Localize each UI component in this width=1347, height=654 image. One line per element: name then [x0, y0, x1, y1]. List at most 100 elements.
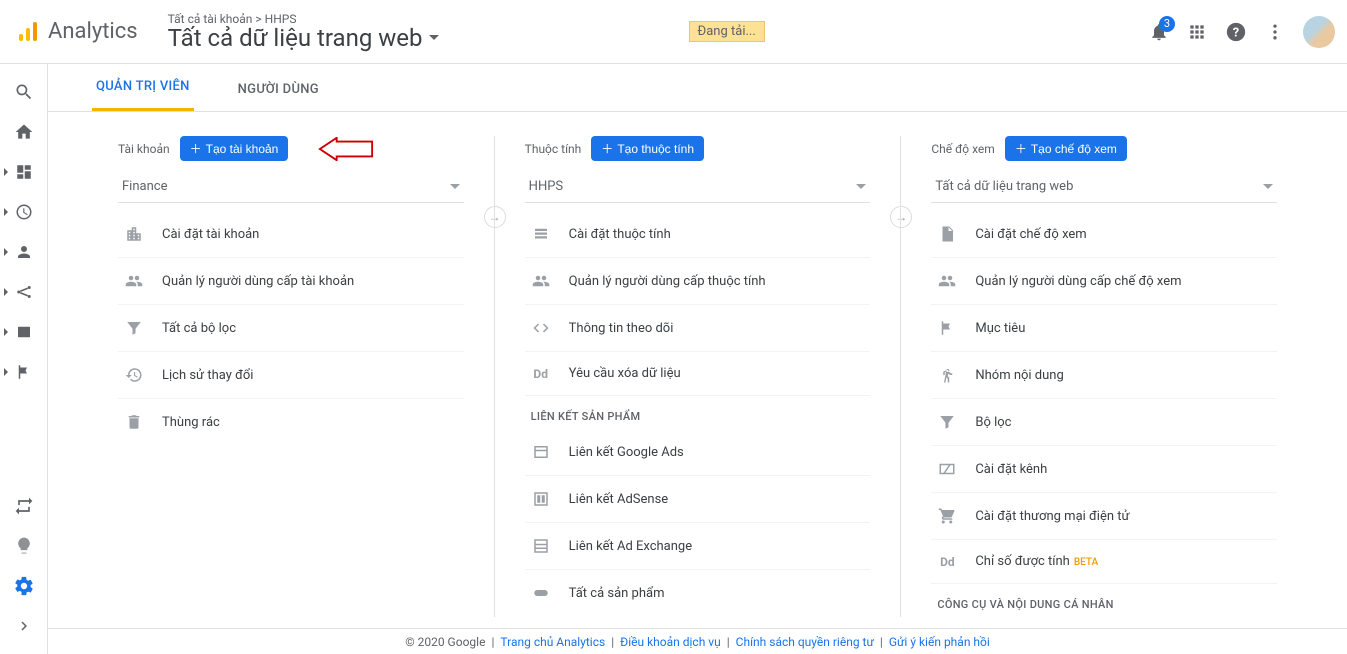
item-label: Chỉ số được tínhBETA [975, 554, 1098, 569]
caret-down-icon [1263, 184, 1273, 189]
item-label: Bộ lọc [975, 415, 1011, 430]
product-linking-header: LIÊN KẾT SẢN PHẨM [525, 396, 871, 429]
nav-acquisition[interactable] [0, 272, 48, 312]
dd-icon: Dd [531, 367, 551, 381]
ads-icon [531, 443, 551, 461]
item-label: Cài đặt kênh [975, 462, 1047, 477]
people-icon [124, 272, 144, 290]
footer-terms-link[interactable]: Điều khoản dịch vụ [620, 635, 721, 649]
view-settings-item[interactable]: Cài đặt chế độ xem [931, 211, 1277, 258]
left-nav-rail [0, 64, 48, 654]
link-google-ads-item[interactable]: Liên kết Google Ads [525, 429, 871, 476]
nav-behavior[interactable] [0, 312, 48, 352]
analytics-logo-icon [16, 20, 40, 44]
flag-icon [937, 319, 957, 337]
create-view-button[interactable]: ＋Tạo chế độ xem [1005, 136, 1127, 161]
apps-grid-icon [1187, 22, 1207, 42]
svg-text:?: ? [1233, 25, 1239, 40]
lightbulb-icon [14, 536, 34, 556]
view-filters-item[interactable]: Bộ lọc [931, 399, 1277, 446]
nav-conversions[interactable] [0, 352, 48, 392]
property-users-item[interactable]: Quản lý người dùng cấp thuộc tính [525, 258, 871, 305]
property-tracking-item[interactable]: Thông tin theo dõi [525, 305, 871, 352]
nav-audience[interactable] [0, 232, 48, 272]
tab-user[interactable]: NGƯỜI DÙNG [234, 82, 323, 111]
logo-block[interactable]: Analytics [16, 19, 138, 44]
account-selector[interactable]: Finance [118, 171, 464, 203]
view-channel-settings-item[interactable]: Cài đặt kênh [931, 446, 1277, 493]
people-icon [937, 272, 957, 290]
nav-home[interactable] [0, 112, 48, 152]
footer-privacy-link[interactable]: Chính sách quyền riêng tư [736, 635, 874, 649]
help-button[interactable]: ? [1225, 21, 1247, 43]
item-label: Mục tiêu [975, 321, 1025, 336]
account-picker[interactable]: Tất cả tài khoản > HHPS Tất cả dữ liệu t… [168, 12, 439, 52]
apps-button[interactable] [1187, 22, 1207, 42]
property-selected-label: HHPS [529, 179, 563, 194]
notification-badge: 3 [1159, 16, 1175, 32]
create-account-button[interactable]: ＋Tạo tài khoản [180, 136, 289, 161]
building-icon [124, 225, 144, 243]
nav-discover[interactable] [0, 526, 48, 566]
view-calculated-metrics-item[interactable]: Dd Chỉ số được tínhBETA [931, 540, 1277, 584]
view-goals-item[interactable]: Mục tiêu [931, 305, 1277, 352]
link-all-products-item[interactable]: Tất cả sản phẩm [525, 570, 871, 616]
loading-indicator: Đang tải... [689, 21, 765, 42]
account-history-item[interactable]: Lịch sử thay đổi [118, 352, 464, 399]
property-delete-item[interactable]: DdYêu cầu xóa dữ liệu [525, 352, 871, 396]
account-users-item[interactable]: Quản lý người dùng cấp tài khoản [118, 258, 464, 305]
nav-admin[interactable] [0, 566, 48, 606]
annotation-arrow-icon [318, 137, 374, 161]
search-icon [14, 82, 34, 102]
footer-home-link[interactable]: Trang chủ Analytics [500, 635, 605, 649]
item-label: Thông tin theo dõi [569, 321, 674, 336]
view-content-grouping-item[interactable]: Nhóm nội dung [931, 352, 1277, 399]
clock-icon [15, 203, 33, 221]
funnel-icon [124, 319, 144, 337]
item-label: Tất cả bộ lọc [162, 321, 236, 336]
dd-icon: Dd [937, 555, 957, 569]
footer-feedback-link[interactable]: Gửi ý kiến phản hồi [889, 635, 990, 649]
account-selected-label: Finance [122, 179, 167, 194]
nav-realtime[interactable] [0, 192, 48, 232]
page-icon [15, 323, 33, 341]
item-label: Lịch sử thay đổi [162, 368, 253, 383]
caret-right-icon [4, 208, 8, 216]
item-label: Cài đặt thương mại điện tử [975, 509, 1129, 524]
help-icon: ? [1225, 21, 1247, 43]
link-adsense-item[interactable]: Liên kết AdSense [525, 476, 871, 523]
document-icon [937, 225, 957, 243]
create-view-label: Tạo chế độ xem [1031, 142, 1117, 156]
nav-attribution[interactable] [0, 486, 48, 526]
view-ecommerce-item[interactable]: Cài đặt thương mại điện tử [931, 493, 1277, 540]
footer: © 2020 Google | Trang chủ Analytics | Đi… [48, 628, 1347, 654]
view-title-text: Tất cả dữ liệu trang web [168, 24, 423, 52]
notifications-button[interactable]: 3 [1149, 22, 1169, 42]
nav-collapse[interactable] [0, 606, 48, 646]
caret-right-icon [4, 168, 8, 176]
flag-icon [15, 363, 33, 381]
caret-right-icon [4, 248, 8, 256]
avatar[interactable] [1303, 16, 1335, 48]
admin-tabs: QUẢN TRỊ VIÊN NGƯỜI DÙNG [48, 64, 1347, 112]
dashboard-icon [15, 163, 33, 181]
account-trash-item[interactable]: Thùng rác [118, 399, 464, 445]
exchange-icon [531, 537, 551, 555]
nav-search[interactable] [0, 72, 48, 112]
property-settings-item[interactable]: Cài đặt thuộc tính [525, 211, 871, 258]
share-icon [15, 283, 33, 301]
tab-admin[interactable]: QUẢN TRỊ VIÊN [92, 79, 194, 111]
caret-right-icon [4, 368, 8, 376]
view-users-item[interactable]: Quản lý người dùng cấp chế độ xem [931, 258, 1277, 305]
link-adexchange-item[interactable]: Liên kết Ad Exchange [525, 523, 871, 570]
more-button[interactable] [1265, 22, 1285, 42]
view-selector[interactable]: Tất cả dữ liệu trang web [931, 171, 1277, 203]
account-settings-item[interactable]: Cài đặt tài khoản [118, 211, 464, 258]
property-selector[interactable]: HHPS [525, 171, 871, 203]
account-filters-item[interactable]: Tất cả bộ lọc [118, 305, 464, 352]
list-icon [531, 225, 551, 243]
nav-customization[interactable] [0, 152, 48, 192]
create-property-button[interactable]: ＋Tạo thuộc tính [591, 136, 704, 161]
code-icon [531, 319, 551, 337]
chevron-right-icon [15, 617, 33, 635]
